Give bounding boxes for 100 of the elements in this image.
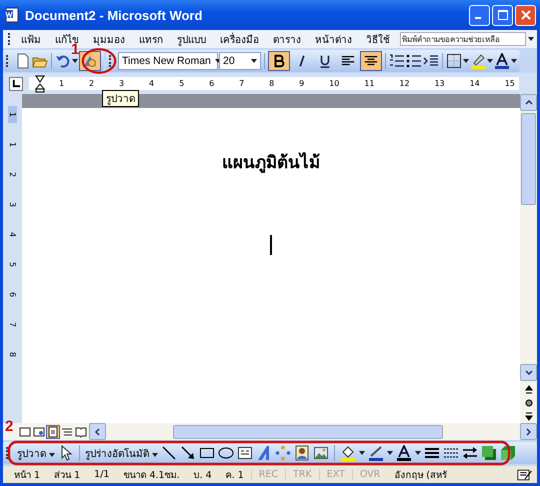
clip-art-icon[interactable]: [294, 445, 310, 461]
indent-icon[interactable]: [423, 52, 439, 68]
menu-item[interactable]: หน้าต่าง: [309, 32, 358, 46]
help-field[interactable]: พิมพ์คำถามขอความช่วยเหลือ: [400, 32, 526, 46]
caret-icon[interactable]: [387, 451, 394, 455]
outline-view-icon[interactable]: [61, 426, 73, 438]
web-view-icon[interactable]: [33, 426, 45, 438]
align-left-icon: [341, 54, 355, 68]
vertical-scrollbar[interactable]: [520, 94, 537, 423]
grip-handle[interactable]: [6, 54, 11, 66]
ruler-number: 4: [8, 232, 17, 238]
menu-item[interactable]: วิธีใช้: [360, 32, 396, 46]
ruler-number: 2: [8, 172, 17, 178]
status-item: อังกฤษ (สหรั: [393, 469, 448, 482]
border-icon[interactable]: [446, 52, 462, 68]
fill-color-icon[interactable]: [340, 445, 356, 461]
menu-item[interactable]: แฟ้ม: [15, 32, 47, 46]
line-style-icon[interactable]: [424, 445, 440, 461]
scroll-down-button[interactable]: [520, 364, 537, 381]
ruler-number: 4: [149, 79, 154, 88]
ruler-number: 6: [8, 292, 17, 298]
minimize-button[interactable]: [469, 4, 490, 26]
ruler-number: 15: [504, 79, 515, 88]
menu-item[interactable]: ตาราง: [267, 32, 307, 46]
scroll-thumb[interactable]: [521, 113, 536, 205]
align-center-icon: [364, 54, 378, 68]
caret-icon: [49, 452, 56, 456]
tooltip: รูปวาด: [102, 90, 139, 107]
image-icon[interactable]: [313, 445, 330, 461]
ruler-number: 14: [470, 79, 480, 88]
scroll-right-button[interactable]: [520, 423, 537, 440]
rectangle-icon[interactable]: [199, 445, 216, 461]
ruler-number: 13: [434, 79, 445, 88]
undo-icon[interactable]: [55, 52, 71, 68]
grip-handle[interactable]: [8, 33, 10, 45]
menu-item[interactable]: มุมมอง: [87, 32, 131, 46]
scroll-thumb[interactable]: [173, 425, 443, 439]
font-color-icon[interactable]: [494, 52, 510, 68]
font-size-dropdown[interactable]: 20: [219, 52, 261, 70]
caret-icon[interactable]: [487, 58, 493, 62]
maximize-button[interactable]: [492, 4, 513, 26]
annotation-circle: [81, 47, 117, 75]
scroll-up-button[interactable]: [520, 94, 537, 111]
scroll-left-button[interactable]: [89, 423, 106, 440]
shadow-icon[interactable]: [481, 445, 498, 461]
grip-handle[interactable]: [109, 54, 114, 66]
minimize-icon: [475, 17, 481, 19]
diagram-icon[interactable]: [275, 445, 292, 461]
caret-icon[interactable]: [528, 37, 534, 41]
browse-object-icon[interactable]: [524, 398, 534, 408]
align-center-button[interactable]: [360, 50, 382, 70]
font-color-icon[interactable]: [396, 445, 412, 461]
bold-button[interactable]: [268, 50, 290, 70]
status-item: REC: [250, 469, 286, 480]
ruler-number: 1: [59, 79, 64, 88]
highlighter-icon[interactable]: [470, 52, 486, 68]
indent-marker-icon[interactable]: [35, 75, 45, 93]
line-icon[interactable]: [161, 445, 178, 461]
print-layout-icon[interactable]: [47, 426, 59, 438]
text-box-icon[interactable]: [237, 445, 254, 461]
next-page-icon[interactable]: [524, 412, 534, 422]
new-document-icon[interactable]: [15, 52, 31, 68]
autoshapes-menu[interactable]: รูปร่างอัตโนมัติ: [85, 446, 158, 460]
reading-view-icon[interactable]: [75, 426, 87, 438]
line-color-icon[interactable]: [368, 445, 384, 461]
status-item: TRK: [285, 469, 319, 480]
ruler-number: 5: [179, 79, 184, 88]
underline-icon: [318, 54, 332, 68]
ruler-number: 1: [8, 106, 17, 124]
grip-handle[interactable]: [6, 447, 11, 459]
bullet-list-icon[interactable]: [406, 52, 422, 68]
ruler-number: 1: [8, 142, 17, 148]
window-title: Document2 - Microsoft Word: [25, 8, 204, 22]
arrow-style-icon[interactable]: [462, 445, 478, 461]
arrow-icon[interactable]: [180, 445, 196, 461]
caret-icon[interactable]: [72, 58, 78, 62]
status-item: ส่วน 1: [53, 469, 82, 482]
caret-icon[interactable]: [415, 451, 422, 455]
caret-icon[interactable]: [511, 58, 517, 62]
font-dropdown[interactable]: Times New Roman: [118, 52, 218, 70]
caret-icon[interactable]: [251, 58, 257, 62]
caret-icon[interactable]: [463, 58, 469, 62]
ruler-number: 7: [8, 322, 17, 328]
drawing-menu[interactable]: รูปวาด: [17, 446, 56, 460]
maximize-icon: [498, 10, 508, 20]
normal-view-icon[interactable]: [19, 426, 31, 438]
caret-icon[interactable]: [359, 451, 366, 455]
tab-selector[interactable]: [9, 76, 23, 90]
menu-item[interactable]: รูปแบบ: [171, 32, 212, 46]
oval-icon[interactable]: [218, 445, 234, 461]
menu-item[interactable]: เครื่องมือ: [214, 32, 265, 46]
status-item: หน้า 1: [13, 469, 42, 482]
previous-page-icon[interactable]: [524, 384, 534, 394]
menu-item[interactable]: แทรก: [133, 32, 169, 46]
close-button[interactable]: [515, 4, 536, 26]
ruler-number: 9: [299, 79, 304, 88]
document-icon: [4, 7, 20, 23]
annotation-number: 2: [5, 419, 14, 434]
ruler-number: 7: [239, 79, 244, 88]
numbered-list-icon[interactable]: [389, 52, 405, 68]
